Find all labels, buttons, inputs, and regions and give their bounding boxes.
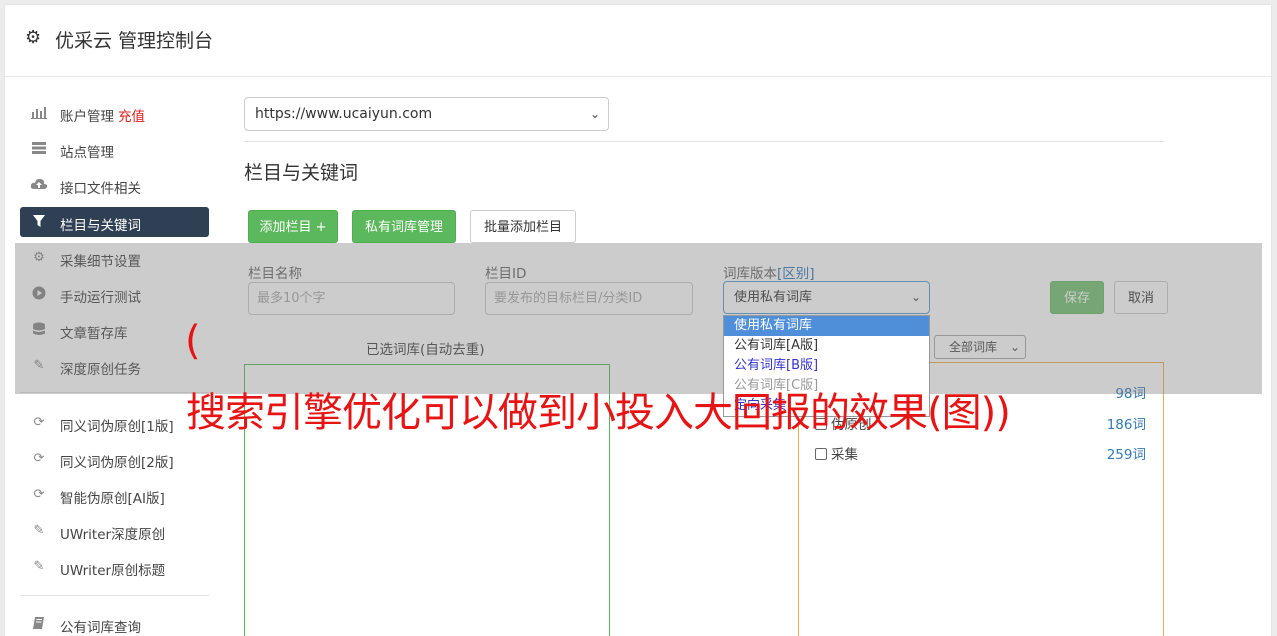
refresh-icon: ⟳ (33, 415, 45, 430)
sidebar-item-label: 站点管理 (60, 145, 114, 161)
sidebar-divider (20, 595, 209, 596)
bar-chart-icon (30, 105, 48, 121)
book-icon (30, 616, 48, 632)
sidebar-item-label: 栏目与关键词 (60, 218, 141, 234)
app-title: 优采云 管理控制台 (55, 30, 214, 52)
dropdown-option[interactable]: 公有词库[B版] (724, 356, 929, 376)
sidebar-item-synonym-v1[interactable]: ⟳ 同义词伪原创[1版] (20, 408, 209, 438)
filter-icon (30, 214, 48, 230)
sidebar-item-account[interactable]: 账户管理 充值 (20, 98, 209, 128)
header: ⚙ 优采云 管理控制台 (5, 5, 1271, 77)
library-count: 259词 (1106, 447, 1146, 463)
dropdown-option[interactable]: 使用私有词库 (724, 316, 929, 336)
sidebar-item-label: 同义词伪原创[2版] (60, 455, 174, 471)
add-column-button[interactable]: 添加栏目 + (248, 210, 338, 243)
sidebar-item-uwriter-deep[interactable]: ✎ UWriter深度原创 (20, 516, 209, 546)
edit-icon: ✎ (33, 523, 45, 538)
sidebar-item-label: 账户管理 (60, 109, 114, 125)
cloud-upload-icon (30, 177, 48, 193)
refresh-icon: ⟳ (33, 451, 45, 466)
private-library-button[interactable]: 私有词库管理 (352, 210, 456, 243)
gear-icon: ⚙ (25, 27, 42, 48)
recharge-link[interactable]: 充值 (118, 109, 145, 125)
library-checkbox[interactable] (815, 448, 827, 460)
section-title: 栏目与关键词 (244, 162, 359, 184)
sidebar-item-label: 公有词库查询 (60, 620, 141, 636)
server-icon (30, 141, 48, 157)
sidebar-item-label: UWriter原创标题 (60, 563, 166, 579)
sidebar-item-uwriter-title[interactable]: ✎ UWriter原创标题 (20, 552, 209, 582)
chevron-down-icon: ⌄ (589, 107, 600, 121)
sidebar-item-label: 智能伪原创[AI版] (60, 491, 165, 507)
sidebar-item-label: 接口文件相关 (60, 181, 141, 197)
edit-icon: ✎ (33, 559, 45, 574)
sidebar-item-public-lib[interactable]: 公有词库查询 (20, 609, 209, 636)
sidebar-item-ai-rewrite[interactable]: ⟳ 智能伪原创[AI版] (20, 480, 209, 510)
sidebar-item-synonym-v2[interactable]: ⟳ 同义词伪原创[2版] (20, 444, 209, 474)
watermark-paren: ( (185, 318, 201, 364)
sidebar-item-label: 同义词伪原创[1版] (60, 419, 174, 435)
library-item[interactable]: 采集 (815, 443, 858, 463)
sidebar-item-sites[interactable]: 站点管理 (20, 134, 209, 164)
divider (244, 141, 1164, 142)
sidebar-item-label: UWriter深度原创 (60, 527, 166, 543)
site-select-value: https://www.ucaiyun.com (255, 106, 433, 122)
dropdown-option[interactable]: 公有词库[A版] (724, 336, 929, 356)
sidebar-item-interface[interactable]: 接口文件相关 (20, 170, 209, 200)
sidebar-item-columns[interactable]: 栏目与关键词 (20, 207, 209, 237)
library-count: 186词 (1106, 417, 1146, 433)
site-select[interactable]: https://www.ucaiyun.com ⌄ (244, 97, 609, 131)
batch-add-column-button[interactable]: 批量添加栏目 (470, 210, 576, 243)
watermark-title: 搜索引擎优化可以做到小投入大回报的效果(图)) (186, 390, 1011, 436)
overlay-band (15, 243, 1262, 394)
refresh-icon: ⟳ (33, 487, 45, 502)
